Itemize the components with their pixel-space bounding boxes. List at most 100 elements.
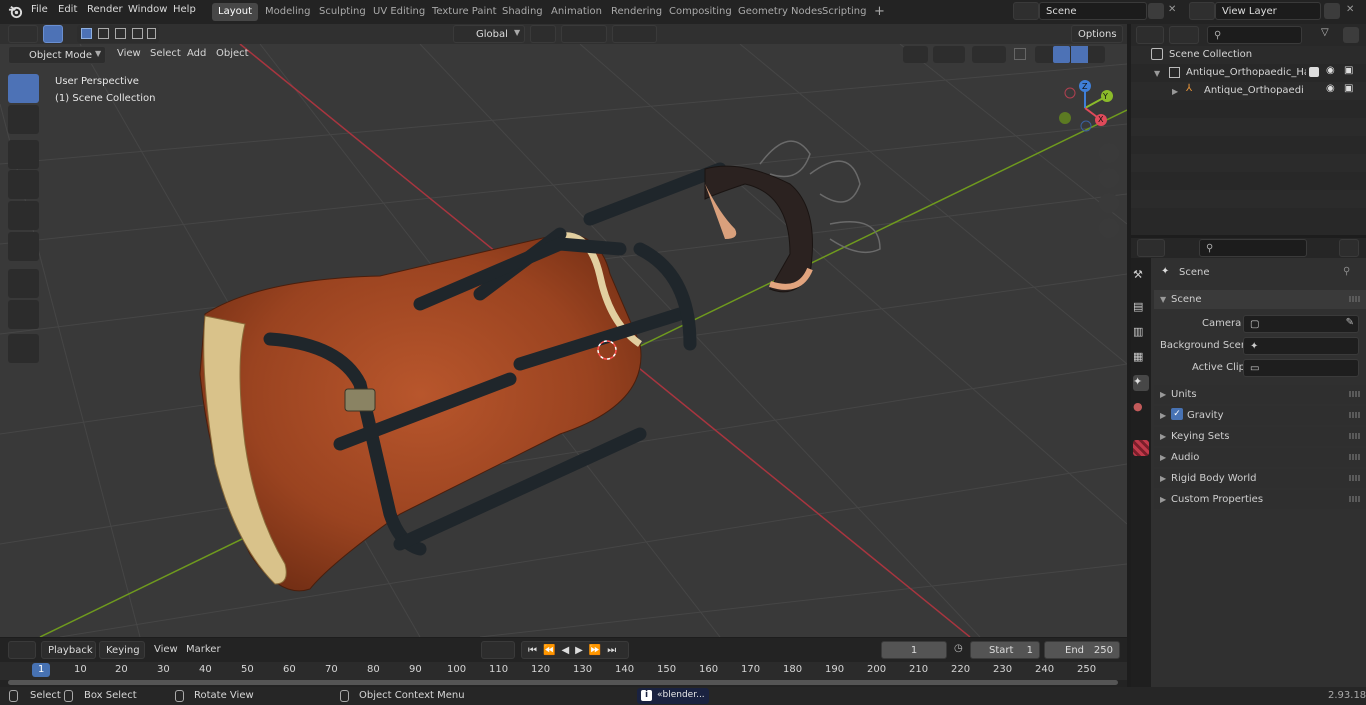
proportional-edit-icon[interactable] bbox=[612, 25, 657, 43]
material-shading-icon[interactable] bbox=[1071, 46, 1088, 63]
outliner-search-input[interactable]: ⚲ bbox=[1207, 26, 1302, 44]
texture-tab-icon[interactable] bbox=[1133, 440, 1149, 456]
mode-dropdown[interactable]: Object Mode ▼ bbox=[8, 46, 106, 64]
menu-help[interactable]: Help bbox=[173, 4, 196, 15]
viewport-menu-view[interactable]: View bbox=[117, 48, 141, 59]
exclude-checkbox[interactable] bbox=[1309, 67, 1319, 77]
tab-geometry-nodes[interactable]: Geometry Nodes bbox=[732, 3, 828, 21]
properties-search-input[interactable]: ⚲ bbox=[1199, 239, 1307, 257]
editor-type-icon[interactable] bbox=[8, 25, 38, 43]
tab-animation[interactable]: Animation bbox=[545, 3, 608, 21]
outliner-row-object[interactable]: ▶ ⅄ Antique_Orthopaedic_Ha ◉ ▣ bbox=[1131, 82, 1366, 100]
blender-logo-icon[interactable] bbox=[8, 4, 23, 19]
camera-field[interactable]: ▢ ✎ bbox=[1243, 315, 1359, 333]
timer-icon[interactable]: ◷ bbox=[954, 643, 963, 654]
panel-grip-icon[interactable] bbox=[1349, 433, 1360, 439]
end-frame-field[interactable]: End 250 bbox=[1044, 641, 1120, 659]
viewport-menu-select[interactable]: Select bbox=[150, 48, 181, 59]
properties-editor-type-icon[interactable] bbox=[1137, 239, 1165, 257]
keying-menu[interactable]: Keying bbox=[99, 641, 145, 659]
pan-hand-icon[interactable] bbox=[1099, 168, 1119, 188]
audio-panel-header[interactable]: ▶ Audio bbox=[1154, 448, 1366, 467]
panel-grip-icon[interactable] bbox=[1349, 296, 1360, 302]
background-scene-field[interactable]: ✦ bbox=[1243, 337, 1359, 355]
tab-compositing[interactable]: Compositing bbox=[663, 3, 738, 21]
tab-scripting[interactable]: Scripting bbox=[816, 3, 872, 21]
transform-tool-icon[interactable] bbox=[8, 232, 39, 261]
view-layer-copy-icon[interactable] bbox=[1324, 3, 1340, 19]
tab-layout[interactable]: Layout bbox=[212, 3, 258, 21]
output-tab-icon[interactable]: ▥ bbox=[1133, 325, 1149, 341]
frame-ruler[interactable]: 1 10 20 30 40 50 60 70 80 90 100 110 120… bbox=[0, 662, 1127, 680]
select-box-tool-icon[interactable] bbox=[8, 74, 39, 103]
outliner-row-collection[interactable]: ▼ Antique_Orthopaedic_Hand_S ◉ ▣ bbox=[1131, 64, 1366, 82]
menu-render[interactable]: Render bbox=[87, 4, 123, 15]
menu-window[interactable]: Window bbox=[128, 4, 167, 15]
viewport-menu-object[interactable]: Object bbox=[216, 48, 249, 59]
timeline-editor-type-icon[interactable] bbox=[8, 641, 36, 659]
add-cube-tool-icon[interactable] bbox=[8, 334, 39, 363]
render-tab-icon[interactable]: ▤ bbox=[1133, 300, 1149, 316]
shading-mode-group[interactable] bbox=[1035, 46, 1105, 63]
view-layer-browse-icon[interactable] bbox=[1189, 2, 1215, 20]
expand-down-icon[interactable]: ▼ bbox=[1154, 69, 1160, 78]
display-mode-icon[interactable] bbox=[1169, 26, 1199, 44]
menu-edit[interactable]: Edit bbox=[58, 4, 77, 15]
xray-toggle-icon[interactable] bbox=[1014, 48, 1026, 60]
move-tool-icon[interactable] bbox=[8, 140, 39, 169]
world-tab-icon[interactable]: ● bbox=[1133, 400, 1149, 416]
playback-menu[interactable]: Playback bbox=[41, 641, 96, 659]
custom-properties-panel-header[interactable]: ▶ Custom Properties bbox=[1154, 490, 1366, 509]
filter-icon[interactable]: ▽ bbox=[1321, 27, 1329, 38]
units-panel-header[interactable]: ▶ Units bbox=[1154, 385, 1366, 404]
outliner-row-scene-collection[interactable]: Scene Collection bbox=[1131, 46, 1366, 64]
3d-viewport[interactable]: Object Mode ▼ View Select Add Object Use… bbox=[0, 44, 1127, 637]
measure-tool-icon[interactable] bbox=[8, 300, 39, 329]
solid-shading-icon[interactable] bbox=[1053, 46, 1070, 63]
visibility-icon[interactable] bbox=[903, 46, 928, 63]
tab-modeling[interactable]: Modeling bbox=[259, 3, 317, 21]
cursor-tool-icon[interactable] bbox=[8, 105, 39, 134]
properties-options-icon[interactable] bbox=[1339, 239, 1359, 257]
start-frame-field[interactable]: Start 1 bbox=[970, 641, 1040, 659]
camera-view-icon[interactable] bbox=[1099, 193, 1119, 213]
rotate-tool-icon[interactable] bbox=[8, 170, 39, 199]
outliner-editor-type-icon[interactable] bbox=[1136, 26, 1164, 44]
transform-orientation-dropdown[interactable]: Global ▼ bbox=[453, 25, 525, 43]
select-tool-icon[interactable] bbox=[43, 25, 63, 43]
select-intersect-icon[interactable] bbox=[147, 28, 156, 39]
rigid-body-world-panel-header[interactable]: ▶ Rigid Body World bbox=[1154, 469, 1366, 488]
keying-sets-panel-header[interactable]: ▶ Keying Sets bbox=[1154, 427, 1366, 446]
scene-browse-icon[interactable] bbox=[1013, 2, 1039, 20]
scene-name-field[interactable]: Scene bbox=[1039, 2, 1147, 20]
panel-grip-icon[interactable] bbox=[1349, 496, 1360, 502]
gravity-checkbox[interactable]: ✓ bbox=[1171, 408, 1183, 420]
info-notification[interactable]: i «blender... bbox=[637, 688, 709, 704]
snap-icon[interactable] bbox=[561, 25, 607, 43]
scene-tab-icon[interactable]: ✦ bbox=[1133, 375, 1149, 391]
select-new-icon[interactable] bbox=[81, 28, 92, 39]
camera-render-icon[interactable]: ▣ bbox=[1344, 65, 1353, 76]
camera-render-icon[interactable]: ▣ bbox=[1344, 83, 1353, 94]
tab-uv-editing[interactable]: UV Editing bbox=[367, 3, 431, 21]
add-workspace-icon[interactable]: + bbox=[868, 1, 891, 19]
panel-grip-icon[interactable] bbox=[1349, 475, 1360, 481]
pin-icon[interactable]: ⚲ bbox=[1343, 266, 1350, 277]
timeline-menu-view[interactable]: View bbox=[154, 644, 178, 655]
eyedropper-icon[interactable]: ✎ bbox=[1346, 317, 1354, 328]
annotate-tool-icon[interactable] bbox=[8, 269, 39, 298]
playback-controls[interactable]: ⏮⏪◀▶⏩⏭ bbox=[521, 641, 629, 659]
tool-tab-icon[interactable]: ⚒ bbox=[1133, 268, 1149, 284]
active-clip-field[interactable]: ▭ bbox=[1243, 359, 1359, 377]
tab-shading[interactable]: Shading bbox=[496, 3, 549, 21]
select-invert-icon[interactable] bbox=[132, 28, 143, 39]
timeline-menu-marker[interactable]: Marker bbox=[186, 644, 221, 655]
scene-copy-icon[interactable] bbox=[1148, 3, 1164, 19]
panel-grip-icon[interactable] bbox=[1349, 391, 1360, 397]
autokey-record-icon[interactable] bbox=[481, 641, 515, 659]
ortho-grid-icon[interactable] bbox=[1099, 218, 1119, 238]
view-layer-close-icon[interactable]: ✕ bbox=[1346, 4, 1354, 15]
selection-mode-group[interactable] bbox=[77, 25, 159, 43]
timeline-scrollbar[interactable] bbox=[8, 680, 1118, 685]
options-dropdown[interactable]: Options bbox=[1071, 25, 1123, 43]
